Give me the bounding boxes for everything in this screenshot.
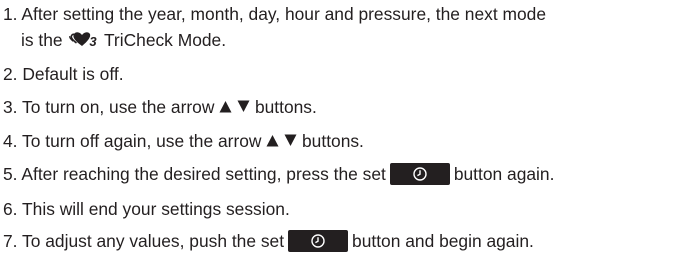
item-text: To adjust any values, push the set <box>22 231 285 251</box>
clock-icon <box>413 167 427 181</box>
tricheck-hearts-icon: 3 <box>69 30 99 50</box>
item-text: TriCheck Mode. <box>103 30 227 50</box>
item-text: buttons. <box>254 97 317 117</box>
instruction-list: 1. After setting the year, month, day, h… <box>0 0 677 261</box>
item-number: 5. <box>3 164 18 184</box>
item-text: After setting the year, month, day, hour… <box>21 4 546 24</box>
list-item-7: 7. To adjust any values, push the set but… <box>3 230 534 252</box>
item-number: 4. <box>3 131 18 151</box>
item-number: 2. <box>3 64 18 84</box>
down-triangle-icon <box>237 96 250 118</box>
item-text: To turn off again, use the arrow <box>22 131 262 151</box>
list-item-4: 4. To turn off again, use the arrow butt… <box>3 130 364 152</box>
item-text: is the <box>21 30 63 50</box>
item-text: button and begin again. <box>352 231 534 251</box>
up-triangle-icon <box>266 130 279 152</box>
list-item-1: 1. After setting the year, month, day, h… <box>3 3 546 25</box>
item-text: After reaching the desired setting, pres… <box>21 164 386 184</box>
item-number: 3. <box>3 97 18 117</box>
item-number: 7. <box>3 231 18 251</box>
list-item-3: 3. To turn on, use the arrow buttons. <box>3 96 317 118</box>
icon-subscript: 3 <box>89 34 97 49</box>
list-item-1-continued: is the 3 TriCheck Mode. <box>21 29 226 51</box>
set-button <box>389 163 450 185</box>
item-number: 6. <box>3 199 18 219</box>
list-item-5: 5. After reaching the desired setting, p… <box>3 163 554 185</box>
up-triangle-icon <box>219 96 232 118</box>
down-triangle-icon <box>284 130 297 152</box>
clock-icon <box>311 234 325 248</box>
item-text: Default is off. <box>22 64 124 84</box>
set-button <box>288 230 349 252</box>
item-text: buttons. <box>302 131 364 151</box>
item-text: This will end your settings session. <box>22 199 290 219</box>
item-number: 1. <box>3 4 18 24</box>
list-item-6: 6. This will end your settings session. <box>3 198 290 220</box>
item-text: button again. <box>453 164 555 184</box>
item-text: To turn on, use the arrow <box>22 97 215 117</box>
list-item-2: 2. Default is off. <box>3 63 124 85</box>
